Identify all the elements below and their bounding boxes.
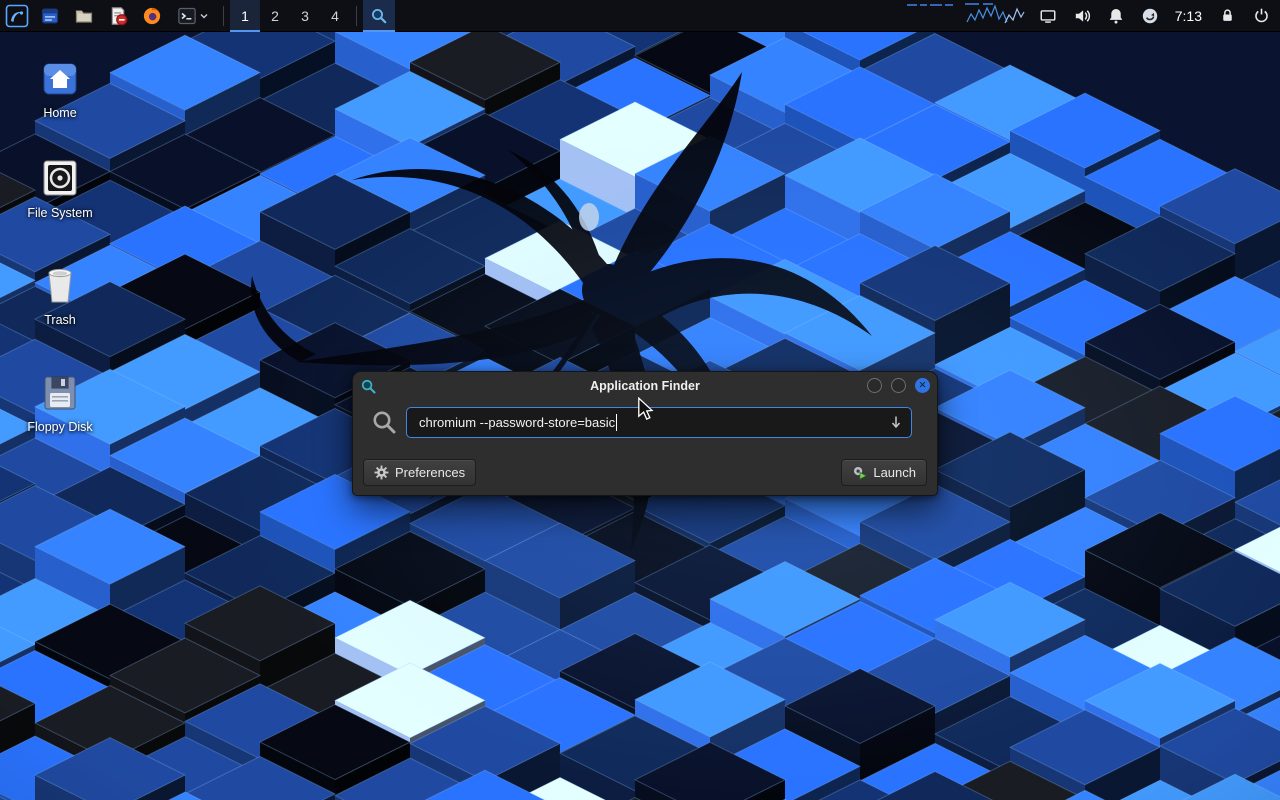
- desktop-icon-label: Floppy Disk: [27, 420, 92, 434]
- minimize-button[interactable]: [867, 378, 882, 393]
- workspace-label: 4: [331, 8, 339, 24]
- file-manager-icon: [40, 6, 60, 26]
- panel-separator: [356, 6, 357, 26]
- gear-icon: [374, 465, 389, 480]
- search-input[interactable]: chromium --password-store=basic: [406, 407, 912, 438]
- dropdown-arrow-icon[interactable]: [888, 414, 904, 430]
- lock-icon: [1219, 7, 1236, 24]
- power-icon: [1253, 7, 1270, 24]
- maximize-button[interactable]: [891, 378, 906, 393]
- desktop-icon-label: Trash: [44, 313, 76, 327]
- top-panel: 1 2 3 4: [0, 0, 1280, 32]
- workspace-label: 2: [271, 8, 279, 24]
- desktop-icon-label: File System: [27, 206, 92, 220]
- window-title: Application Finder: [353, 379, 937, 393]
- preferences-button[interactable]: Preferences: [363, 459, 476, 486]
- folder-icon: [74, 6, 94, 26]
- floppy-disk-icon: [37, 372, 83, 412]
- chevron-down-icon: [199, 11, 209, 21]
- kali-logo-icon: [5, 4, 29, 28]
- status-tray[interactable]: [1135, 2, 1165, 30]
- text-editor-launcher[interactable]: [103, 2, 133, 30]
- display-settings-tray[interactable]: [1033, 2, 1063, 30]
- dialog-buttons: Preferences Launch: [353, 459, 937, 486]
- desktop-icon-trash[interactable]: Trash: [16, 265, 104, 327]
- workspace-switcher-4[interactable]: 4: [320, 0, 350, 32]
- trash-bin-icon: [37, 265, 83, 305]
- desktop-icon-home[interactable]: Home: [16, 58, 104, 120]
- volume-icon: [1073, 7, 1091, 25]
- search-icon: [371, 409, 398, 436]
- desktop-icon-floppy-disk[interactable]: Floppy Disk: [16, 372, 104, 434]
- app-finder-window-icon: [360, 378, 377, 395]
- update-status-icon: [1141, 7, 1159, 25]
- close-button[interactable]: ✕: [915, 378, 930, 393]
- firefox-launcher[interactable]: [137, 2, 167, 30]
- network-monitor-graph[interactable]: [905, 0, 1025, 31]
- application-finder-window: Application Finder ✕ chromium --password…: [352, 371, 938, 496]
- display-icon: [1039, 7, 1057, 25]
- firefox-icon: [142, 6, 162, 26]
- workspace-switcher-1[interactable]: 1: [230, 0, 260, 32]
- text-caret: [616, 414, 617, 431]
- lock-screen-button[interactable]: [1212, 2, 1242, 30]
- search-input-value: chromium --password-store=basic: [419, 415, 615, 430]
- volume-tray[interactable]: [1067, 2, 1097, 30]
- launch-icon: [852, 465, 867, 480]
- logout-button[interactable]: [1246, 2, 1276, 30]
- bell-icon: [1107, 7, 1125, 25]
- magnifier-icon: [370, 7, 388, 25]
- panel-separator: [223, 6, 224, 26]
- workspace-switcher-3[interactable]: 3: [290, 0, 320, 32]
- home-folder-icon: [37, 58, 83, 98]
- desktop-icon-file-system[interactable]: File System: [16, 158, 104, 220]
- file-system-drive-icon: [37, 158, 83, 198]
- launch-label: Launch: [873, 465, 916, 480]
- launch-button[interactable]: Launch: [841, 459, 927, 486]
- terminal-icon: [177, 6, 197, 26]
- workspace-label: 1: [241, 8, 249, 24]
- taskbar-application-finder[interactable]: [363, 0, 395, 32]
- folder-launcher[interactable]: [69, 2, 99, 30]
- terminal-launcher[interactable]: [171, 2, 215, 30]
- panel-clock[interactable]: 7:13: [1175, 8, 1202, 24]
- applications-menu-button[interactable]: [0, 0, 33, 32]
- desktop-icon-label: Home: [43, 106, 76, 120]
- preferences-label: Preferences: [395, 465, 465, 480]
- search-row: chromium --password-store=basic: [353, 404, 937, 440]
- file-manager-launcher[interactable]: [35, 2, 65, 30]
- text-editor-icon: [108, 6, 128, 26]
- workspace-label: 3: [301, 8, 309, 24]
- notifications-tray[interactable]: [1101, 2, 1131, 30]
- workspace-switcher-2[interactable]: 2: [260, 0, 290, 32]
- title-bar[interactable]: Application Finder ✕: [353, 372, 937, 400]
